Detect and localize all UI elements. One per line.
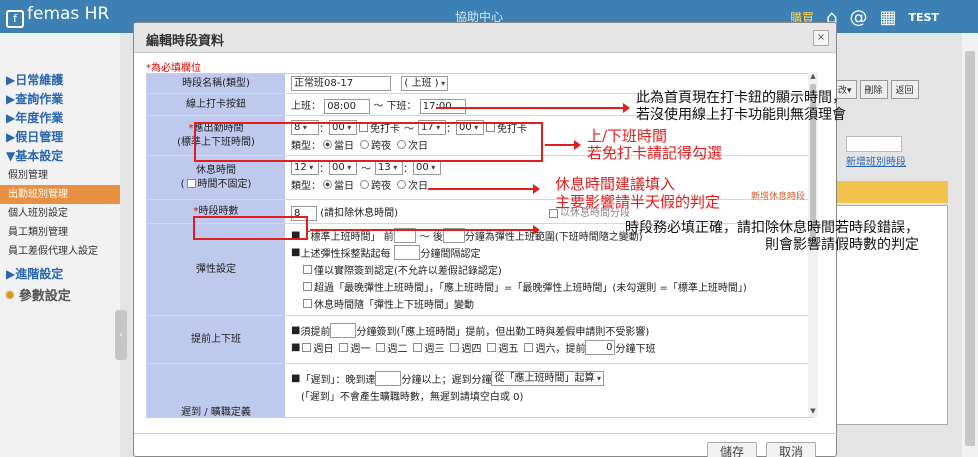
cancel-button[interactable]: 取消: [766, 442, 816, 457]
sidebar-sub-personal-shift[interactable]: 個人班別設定: [0, 204, 120, 223]
late-minutes-input[interactable]: [375, 371, 402, 386]
dialog-title: 編輯時段資料: [146, 34, 225, 49]
required-note: *為必填欄位: [146, 63, 201, 74]
bg-header-bar: [830, 181, 948, 203]
rest-radio-next-day[interactable]: [397, 180, 406, 189]
bg-input[interactable]: [846, 136, 902, 152]
back-button[interactable]: 返回: [890, 80, 919, 99]
rest-start-minute-select[interactable]: 00: [329, 160, 357, 175]
advance-minutes-input[interactable]: [330, 323, 357, 338]
actual-signin-checkbox[interactable]: [303, 265, 312, 274]
day-wed-checkbox[interactable]: [413, 343, 423, 352]
sidebar: ▶日常維護 ▶查詢作業 ▶年度作業 ▶假日管理 ▼基本設定 假別管理 出勤班別管…: [0, 33, 120, 457]
late-label: 遲到 / 曠職定義: [147, 364, 285, 417]
sidebar-item-params[interactable]: ✹ 參數設定: [0, 284, 120, 308]
add-shift-link[interactable]: 新增班別時段: [846, 153, 906, 168]
sidebar-sub-employee-category[interactable]: 員工類別管理: [0, 223, 120, 242]
annotation-rest-time: 休息時間建議填入 主要影響請半天假的判定: [555, 175, 721, 211]
annotation-hours: 時段務必填正確，請扣除休息時間若時段錯誤， 則會影響請假時數的判定: [625, 220, 919, 253]
delete-button[interactable]: 刪除: [859, 80, 888, 99]
highlight-hours: [193, 216, 308, 240]
annotation-punch: 此為首頁現在打卡鈕的顯示時間， 若沒使用線上打卡功能則無須理會: [636, 90, 846, 123]
late-from-select[interactable]: 從「應上班時間」起算: [491, 371, 605, 386]
punch-label: 線上打卡按鈕: [147, 94, 285, 115]
save-button[interactable]: 儲存: [707, 442, 757, 457]
tilde: ～: [373, 101, 384, 112]
type-select[interactable]: ( 上班 ): [401, 76, 449, 91]
name-input[interactable]: 正常班08-17: [291, 76, 391, 91]
annotation-required-time: 上/下班時間 若免打卡請記得勾選: [587, 127, 723, 162]
page-scrollbar[interactable]: [962, 33, 978, 457]
punch-off-label: 下班：: [386, 101, 417, 112]
advance-label: 提前上下班: [147, 316, 285, 363]
sidebar-sub-leave-types[interactable]: 假別管理: [0, 166, 120, 185]
mail-icon[interactable]: @: [849, 7, 867, 28]
rest-radio-same-day[interactable]: [323, 180, 332, 189]
day-sat-checkbox[interactable]: [524, 343, 534, 352]
collapse-sidebar-handle[interactable]: ‹: [115, 310, 127, 360]
punch-on-input[interactable]: 08:00: [324, 98, 371, 114]
sidebar-item-query[interactable]: ▶查詢作業: [0, 90, 120, 109]
rest-end-hour-select[interactable]: 13: [375, 160, 403, 175]
user-name[interactable]: TEST: [908, 11, 938, 24]
rest-type-label: 類型：: [291, 181, 321, 192]
arrow-hours: [310, 225, 540, 235]
sidebar-item-daily[interactable]: ▶日常維護: [0, 71, 120, 90]
highlight-required-time: [194, 122, 543, 162]
calendar-icon[interactable]: ▦: [879, 7, 896, 28]
arrow-rest-time: [428, 184, 540, 194]
sidebar-item-holiday[interactable]: ▶假日管理: [0, 128, 120, 147]
dialog-footer: 儲存 取消: [134, 433, 838, 457]
day-fri-checkbox[interactable]: [487, 343, 497, 352]
punch-off-input[interactable]: 17:00: [419, 98, 466, 114]
day-sun-checkbox[interactable]: [302, 343, 312, 352]
day-mon-checkbox[interactable]: [339, 343, 349, 352]
time-not-fixed-checkbox[interactable]: [186, 179, 196, 188]
day-tue-checkbox[interactable]: [376, 343, 386, 352]
hours-note: (請扣除休息時間): [320, 208, 398, 219]
rest-start-hour-select[interactable]: 12: [291, 160, 319, 175]
close-icon[interactable]: ×: [813, 30, 829, 46]
tilde: ～: [361, 164, 371, 175]
leave-early-input[interactable]: 0: [585, 340, 616, 355]
name-label: 時段名稱(類型): [147, 74, 285, 93]
punch-on-label: 上班：: [291, 101, 321, 112]
sidebar-item-yearly[interactable]: ▶年度作業: [0, 109, 120, 128]
latest-flex-checkbox[interactable]: [303, 282, 312, 291]
rest-time-label: 休息時間 (時間不固定): [147, 156, 285, 199]
rest-end-minute-select[interactable]: 00: [413, 160, 441, 175]
arrow-punch: [436, 103, 630, 113]
sidebar-sub-shift-management[interactable]: 出勤班別管理: [0, 185, 120, 204]
femas-logo[interactable]: f femas HR: [6, 4, 109, 28]
day-thu-checkbox[interactable]: [450, 343, 460, 352]
flex-interval-input[interactable]: [394, 245, 421, 260]
rest-radio-overnight[interactable]: [360, 180, 369, 189]
arrow-required-time: [545, 140, 581, 150]
sidebar-sub-leave-agent[interactable]: 員工差假代理人設定: [0, 242, 120, 261]
sidebar-item-basic[interactable]: ▼基本設定: [0, 147, 120, 166]
gear-icon: ✹: [4, 288, 16, 304]
rest-follow-flex-checkbox[interactable]: [303, 299, 312, 308]
sidebar-item-advanced[interactable]: ▶進階設定: [0, 265, 120, 284]
